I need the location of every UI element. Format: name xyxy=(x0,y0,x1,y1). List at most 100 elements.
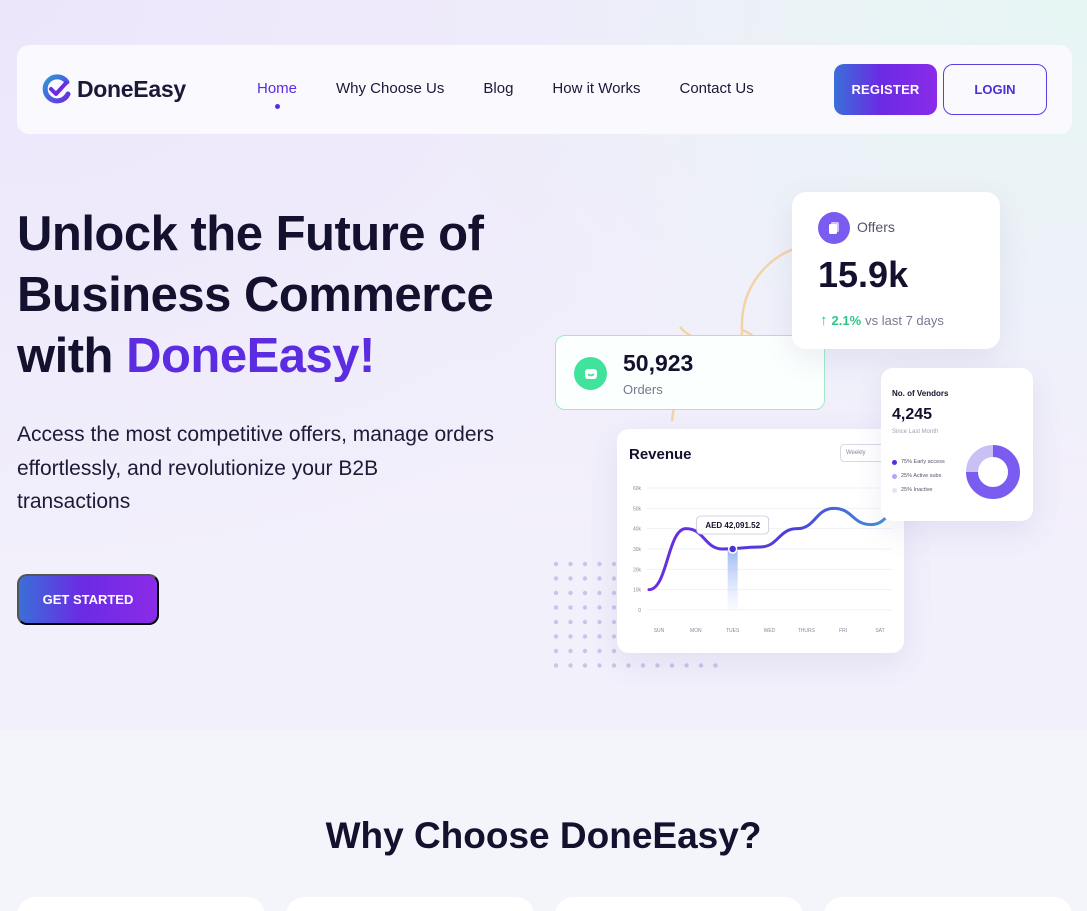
offers-change-percent: 2.1% xyxy=(831,313,862,328)
dot xyxy=(568,648,573,654)
dot xyxy=(568,561,573,567)
highlight-point xyxy=(727,544,738,554)
legend-item: 25% Active subs xyxy=(892,469,945,483)
nav-link-contact-us[interactable]: Contact Us xyxy=(680,80,754,97)
legend-dot xyxy=(892,473,897,479)
feature-card xyxy=(17,897,265,911)
dot xyxy=(611,590,617,596)
x-tick-label: SAT xyxy=(875,628,884,634)
dot xyxy=(597,590,602,596)
offers-label: Offers xyxy=(857,219,895,235)
dot xyxy=(597,648,602,654)
y-tick-label: 60k xyxy=(633,486,642,492)
dot xyxy=(597,605,602,610)
dot xyxy=(713,663,718,668)
hero-title-line-1: Unlock the Future of xyxy=(17,207,484,261)
dot xyxy=(553,634,559,639)
dot xyxy=(582,590,588,596)
dot xyxy=(582,561,588,567)
main-nav: Home Why Choose Us Blog How it Works Con… xyxy=(257,80,793,109)
logo-icon xyxy=(42,74,71,104)
legend-dot xyxy=(892,487,897,493)
y-tick-label: 10k xyxy=(633,588,642,594)
dot xyxy=(553,561,559,567)
legend-label: 25% Active subs xyxy=(901,473,942,479)
offers-card: Offers 15.9k ↑ 2.1% vs last 7 days xyxy=(792,192,1000,349)
legend-dot xyxy=(892,459,897,465)
orders-card: 50,923 Orders xyxy=(555,335,825,410)
get-started-button[interactable]: GET STARTED xyxy=(17,574,159,625)
tooltip-label: AED 42,091.52 xyxy=(705,521,760,530)
hero-title: Unlock the Future of Business Commerce w… xyxy=(17,204,537,387)
hero-title-line-3-prefix: with xyxy=(17,329,127,383)
dot xyxy=(553,576,559,581)
offers-change: ↑ 2.1% vs last 7 days xyxy=(820,312,944,329)
vendors-title: No. of Vendors xyxy=(892,389,949,398)
x-tick-label: THURS xyxy=(798,628,816,634)
dot xyxy=(553,663,559,668)
offers-value: 15.9k xyxy=(818,254,909,295)
revenue-title: Revenue xyxy=(629,446,692,463)
y-tick-label: 0 xyxy=(638,608,641,614)
nav-link-how-it-works[interactable]: How it Works xyxy=(552,80,640,97)
dot xyxy=(582,576,588,581)
dot xyxy=(597,663,602,668)
x-tick-label: TUES xyxy=(726,628,740,634)
dot xyxy=(655,663,660,668)
highlight-bar xyxy=(727,549,738,610)
dot xyxy=(568,590,573,596)
dot xyxy=(611,648,617,654)
orders-label: Orders xyxy=(623,382,663,397)
dot xyxy=(698,663,704,668)
logo[interactable]: DoneEasy xyxy=(41,73,186,105)
legend-item: 75% Early access xyxy=(892,455,945,469)
dot xyxy=(597,561,602,567)
dot xyxy=(611,576,617,581)
y-tick-label: 50k xyxy=(633,506,642,512)
donut-slice xyxy=(966,445,994,473)
legend-item: 25% Inactive xyxy=(892,483,945,497)
orders-value: 50,923 xyxy=(623,350,694,376)
orders-icon xyxy=(574,357,607,390)
hero-title-accent: DoneEasy! xyxy=(126,329,375,383)
dot xyxy=(568,576,573,581)
dot xyxy=(669,663,675,668)
revenue-card: 60k 50k 40k 30k 20k 10k 0 SUN MON TUES WED THURS FRI… xyxy=(617,429,910,653)
login-button[interactable]: LOGIN xyxy=(943,64,1047,115)
vendors-subtitle: Since Last Month xyxy=(892,429,939,435)
nav-link-home[interactable]: Home xyxy=(257,80,297,109)
dot xyxy=(553,619,559,625)
x-tick-label: WED xyxy=(764,628,776,634)
y-tick-label: 30k xyxy=(633,547,642,553)
y-tick-label: 20k xyxy=(633,567,642,573)
navbar: DoneEasy Home Why Choose Us Blog How it … xyxy=(17,45,1072,134)
nav-link-blog[interactable]: Blog xyxy=(483,80,513,97)
dot xyxy=(568,619,573,625)
dot xyxy=(611,605,617,610)
nav-link-why-choose-us[interactable]: Why Choose Us xyxy=(336,80,444,97)
feature-card xyxy=(555,897,803,911)
vendors-donut-chart xyxy=(966,445,1020,499)
dot xyxy=(568,605,573,610)
hero-title-line-2: Business Commerce xyxy=(17,268,494,322)
dot xyxy=(582,605,588,610)
dot xyxy=(568,634,573,639)
register-button[interactable]: REGISTER xyxy=(834,64,937,115)
dot xyxy=(582,648,588,654)
dot xyxy=(582,634,588,639)
revenue-line xyxy=(647,500,910,592)
dot xyxy=(611,619,617,625)
dot xyxy=(626,663,631,668)
dot xyxy=(568,663,573,668)
dot xyxy=(582,619,588,625)
offers-icon xyxy=(818,212,850,244)
dot xyxy=(611,634,617,639)
dot xyxy=(553,648,559,654)
legend-label: 25% Inactive xyxy=(901,487,933,493)
vendors-card: No. of Vendors 4,245 Since Last Month 75… xyxy=(881,368,1033,521)
y-tick-label: 40k xyxy=(633,527,642,533)
dot xyxy=(553,605,559,610)
hero-description: Access the most competitive offers, mana… xyxy=(17,423,494,513)
dot xyxy=(597,619,602,625)
dot xyxy=(597,634,602,639)
